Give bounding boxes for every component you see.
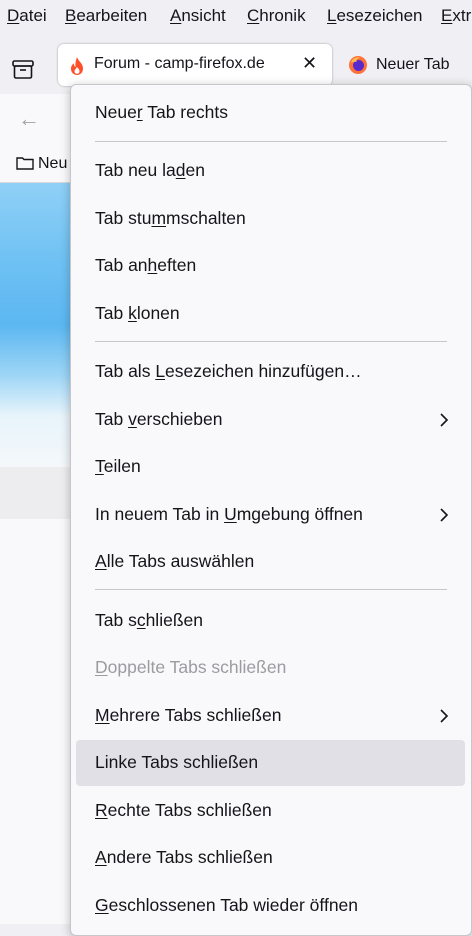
menu-item-close-duplicate-tabs: Doppelte Tabs schließen	[95, 657, 287, 677]
chevron-right-icon	[439, 411, 449, 429]
menu-item-share[interactable]: Teilen	[76, 444, 465, 490]
menu-extras[interactable]: Extr	[441, 6, 471, 26]
tab-context-menu: Neuer Tab rechts Tab neu laden Tab stumm…	[70, 84, 472, 936]
menu-bearbeiten[interactable]: Bearbeiten	[65, 6, 147, 26]
menu-item-duplicate-tab[interactable]: Tab klonen	[76, 291, 465, 337]
menu-chronik[interactable]: Chronik	[247, 6, 306, 26]
menu-datei[interactable]: Datei	[7, 6, 47, 26]
close-tab-icon[interactable]: ✕	[302, 53, 317, 74]
tab-forum[interactable]: Forum - camp-firefox.de ✕	[58, 44, 332, 86]
menu-separator	[95, 341, 447, 342]
tab-title: Forum - camp-firefox.de	[94, 55, 265, 72]
menu-item-select-all-tabs[interactable]: Alle Tabs auswählen	[76, 539, 465, 585]
menu-item-close-other-tabs[interactable]: Andere Tabs schließen	[76, 835, 465, 881]
menu-item-mute-tab[interactable]: Tab stummschalten	[76, 196, 465, 242]
tab-new-tab[interactable]: Neuer Tab	[346, 48, 472, 82]
flame-icon	[68, 56, 86, 76]
menu-item-reload-tab[interactable]: Tab neu laden	[76, 148, 465, 194]
firefox-logo-icon	[348, 55, 368, 75]
menu-item-pin-tab[interactable]: Tab anheften	[76, 243, 465, 289]
folder-icon	[16, 156, 34, 170]
chevron-right-icon	[439, 506, 449, 524]
menu-item-new-tab-right[interactable]: Neuer Tab rechts	[76, 90, 465, 136]
firefox-view-icon[interactable]	[10, 58, 36, 80]
menu-lesezeichen[interactable]: Lesezeichen	[327, 6, 422, 26]
menu-item-close-multiple-tabs[interactable]: Mehrere Tabs schließen	[76, 693, 465, 739]
menu-item-close-tabs-left[interactable]: Linke Tabs schließen	[76, 740, 465, 786]
menu-separator	[95, 589, 447, 590]
tab-title: Neuer Tab	[376, 56, 450, 73]
menu-item-close-tab[interactable]: Tab schließen	[76, 598, 465, 644]
bookmark-folder-label[interactable]: Neu	[38, 155, 67, 173]
menubar: Datei Bearbeiten Ansicht Chronik Lesezei…	[0, 0, 472, 34]
back-arrow-icon[interactable]: ←	[18, 106, 40, 132]
menu-item-open-in-container[interactable]: In neuem Tab in Umgebung öffnen	[76, 492, 465, 538]
menu-item-close-tabs-right[interactable]: Rechte Tabs schließen	[76, 788, 465, 834]
menu-item-bookmark-tab[interactable]: Tab als Lesezeichen hinzufügen…	[76, 349, 465, 395]
menu-item-move-tab[interactable]: Tab verschieben	[76, 397, 465, 443]
menu-item-reopen-closed-tab[interactable]: Geschlossenen Tab wieder öffnen	[76, 883, 465, 929]
menu-ansicht[interactable]: Ansicht	[170, 6, 226, 26]
chevron-right-icon	[439, 707, 449, 725]
menu-separator	[95, 141, 447, 142]
